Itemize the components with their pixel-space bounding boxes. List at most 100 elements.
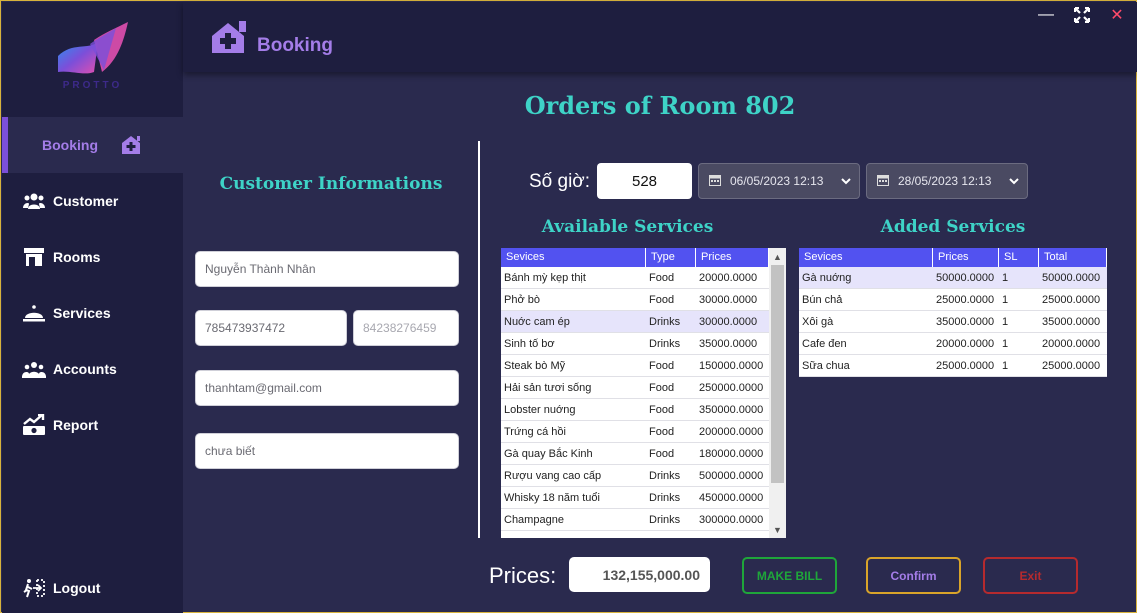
table-row[interactable]: Cafe đen 20000.0000 1 20000.0000 bbox=[799, 333, 1107, 355]
table-row[interactable]: Lobster nuớng Food 350000.0000 bbox=[501, 399, 786, 421]
table-row[interactable]: Champagne Drinks 300000.0000 bbox=[501, 509, 786, 531]
vertical-divider bbox=[478, 141, 480, 538]
date-from-picker[interactable]: 06/05/2023 12:13 bbox=[698, 163, 860, 199]
logo-text: PROTTO bbox=[62, 80, 123, 91]
confirm-button[interactable]: Confirm bbox=[866, 557, 961, 594]
minimize-button[interactable]: — bbox=[1033, 4, 1059, 26]
chevron-down-icon bbox=[841, 174, 851, 188]
column-header: Type bbox=[646, 248, 696, 267]
scroll-up-icon[interactable]: ▲ bbox=[769, 248, 786, 265]
added-services-title: Added Services bbox=[880, 217, 1026, 237]
logout-label: Logout bbox=[53, 580, 101, 596]
sidebar-item-label: Booking bbox=[42, 137, 98, 153]
table-row[interactable]: Bún chả 25000.0000 1 25000.0000 bbox=[799, 289, 1107, 311]
added-services-table[interactable]: Sevices Prices SL Total Gà nuớng 50000.00… bbox=[799, 248, 1107, 377]
exit-button[interactable]: Exit bbox=[983, 557, 1078, 594]
table-cell: Champagne bbox=[504, 514, 564, 526]
maximize-button[interactable] bbox=[1069, 4, 1095, 26]
table-cell: Food bbox=[649, 404, 675, 416]
sidebar: PROTTO Booking Customer Rooms Services A… bbox=[2, 2, 183, 613]
chevron-down-icon bbox=[1009, 174, 1019, 188]
sidebar-item-customer[interactable]: Customer bbox=[2, 173, 183, 229]
table-row[interactable]: Xôi gà 35000.0000 1 35000.0000 bbox=[799, 311, 1107, 333]
email-field[interactable]: thanhtam@gmail.com bbox=[195, 370, 459, 406]
sidebar-item-label: Customer bbox=[53, 193, 119, 209]
table-cell: 250000.0000 bbox=[699, 382, 764, 394]
table-cell: 30000.0000 bbox=[699, 294, 758, 306]
sidebar-item-accounts[interactable]: Accounts bbox=[2, 341, 183, 397]
table-cell: Nuớc cam ép bbox=[504, 316, 570, 328]
table-cell: Cafe đen bbox=[802, 338, 847, 350]
header-title: Booking bbox=[257, 35, 333, 56]
column-header: Sevices bbox=[799, 248, 933, 267]
table-cell: Drinks bbox=[649, 514, 681, 526]
phone-field[interactable]: 785473937472 bbox=[195, 310, 347, 346]
table-header: Sevices Type Prices bbox=[501, 248, 786, 267]
table-row[interactable]: Rượu vang cao cấp Drinks 500000.0000 bbox=[501, 465, 786, 487]
column-header: Prices bbox=[933, 248, 999, 267]
page-title: Orders of Room 802 bbox=[524, 91, 796, 120]
calendar-icon bbox=[877, 174, 889, 189]
table-cell: 20000.0000 bbox=[699, 272, 758, 284]
sidebar-item-services[interactable]: Services bbox=[2, 285, 183, 341]
scroll-thumb[interactable] bbox=[771, 265, 784, 483]
table-cell: 350000.0000 bbox=[699, 404, 764, 416]
table-row[interactable]: Gà nuớng 50000.0000 1 50000.0000 bbox=[799, 267, 1107, 289]
table-row[interactable]: Gà quay Bắc Kinh Food 180000.0000 bbox=[501, 443, 786, 465]
table-cell: Drinks bbox=[649, 492, 681, 504]
date-from-value: 06/05/2023 12:13 bbox=[730, 174, 824, 188]
date-to-value: 28/05/2023 12:13 bbox=[898, 174, 992, 188]
sidebar-item-label: Services bbox=[53, 305, 111, 321]
table-cell: 30000.0000 bbox=[699, 316, 758, 328]
sidebar-item-rooms[interactable]: Rooms bbox=[2, 229, 183, 285]
table-row[interactable]: Sữa chua 25000.0000 1 25000.0000 bbox=[799, 355, 1107, 377]
table-header: Sevices Prices SL Total bbox=[799, 248, 1107, 267]
table-row[interactable]: Bánh mỳ kẹp thịt Food 20000.0000 bbox=[501, 267, 786, 289]
table-cell: 35000.0000 bbox=[1042, 316, 1101, 328]
table-cell: Food bbox=[649, 272, 675, 284]
table-row[interactable]: Sinh tố bơ Drinks 35000.0000 bbox=[501, 333, 786, 355]
table-row[interactable]: Trứng cá hồi Food 200000.0000 bbox=[501, 421, 786, 443]
table-cell: Food bbox=[649, 360, 675, 372]
logout-icon bbox=[21, 577, 47, 599]
table-row[interactable]: Phở bò Food 30000.0000 bbox=[501, 289, 786, 311]
table-cell: Whisky 18 năm tuổi bbox=[504, 492, 600, 504]
house-plus-icon bbox=[209, 20, 251, 59]
close-button[interactable]: ✕ bbox=[1104, 4, 1130, 26]
calendar-icon bbox=[709, 174, 721, 189]
table-cell: 25000.0000 bbox=[1042, 294, 1101, 306]
chart-money-icon bbox=[21, 414, 47, 436]
table-row[interactable]: Steak bò Mỹ Food 150000.0000 bbox=[501, 355, 786, 377]
column-header: Total bbox=[1039, 248, 1107, 267]
table-body: Gà nuớng 50000.0000 1 50000.0000 Bún chả 2500… bbox=[799, 267, 1107, 377]
scroll-down-icon[interactable]: ▼ bbox=[769, 521, 786, 538]
customer-name-field[interactable]: Nguyễn Thành Nhân bbox=[195, 251, 459, 287]
prices-label: Prices: bbox=[489, 563, 557, 588]
table-cell: Trứng cá hồi bbox=[504, 426, 566, 438]
scrollbar[interactable]: ▲ ▼ bbox=[769, 248, 786, 538]
table-cell: Xôi gà bbox=[802, 316, 834, 328]
sidebar-item-report[interactable]: Report bbox=[2, 397, 183, 453]
hours-input[interactable]: 528 bbox=[597, 163, 692, 199]
team-icon bbox=[21, 358, 47, 380]
sidebar-item-label: Rooms bbox=[53, 249, 101, 265]
table-cell: Gà nuớng bbox=[802, 272, 852, 284]
table-row[interactable]: Nuớc cam ép Drinks 30000.0000 bbox=[501, 311, 786, 333]
available-services-table[interactable]: Sevices Type Prices Bánh mỳ kẹp thịt Food… bbox=[501, 248, 786, 538]
table-cell: 25000.0000 bbox=[936, 360, 995, 372]
id-number-field[interactable]: 84238276459 bbox=[353, 310, 459, 346]
table-cell: 25000.0000 bbox=[1042, 360, 1101, 372]
sidebar-item-booking[interactable]: Booking bbox=[2, 117, 183, 173]
table-cell: 20000.0000 bbox=[936, 338, 995, 350]
make-bill-button[interactable]: MAKE BILL bbox=[742, 557, 837, 594]
table-row[interactable]: Whisky 18 năm tuổi Drinks 450000.0000 bbox=[501, 487, 786, 509]
table-row[interactable]: Hải sản tươi sống Food 250000.0000 bbox=[501, 377, 786, 399]
note-field[interactable]: chưa biết bbox=[195, 433, 459, 469]
column-header: SL bbox=[999, 248, 1039, 267]
table-cell: 50000.0000 bbox=[936, 272, 995, 284]
table-cell: Drinks bbox=[649, 316, 681, 328]
table-cell: 35000.0000 bbox=[936, 316, 995, 328]
date-to-picker[interactable]: 28/05/2023 12:13 bbox=[866, 163, 1028, 199]
logout-button[interactable]: Logout bbox=[2, 560, 183, 613]
table-cell: Bún chả bbox=[802, 294, 843, 306]
